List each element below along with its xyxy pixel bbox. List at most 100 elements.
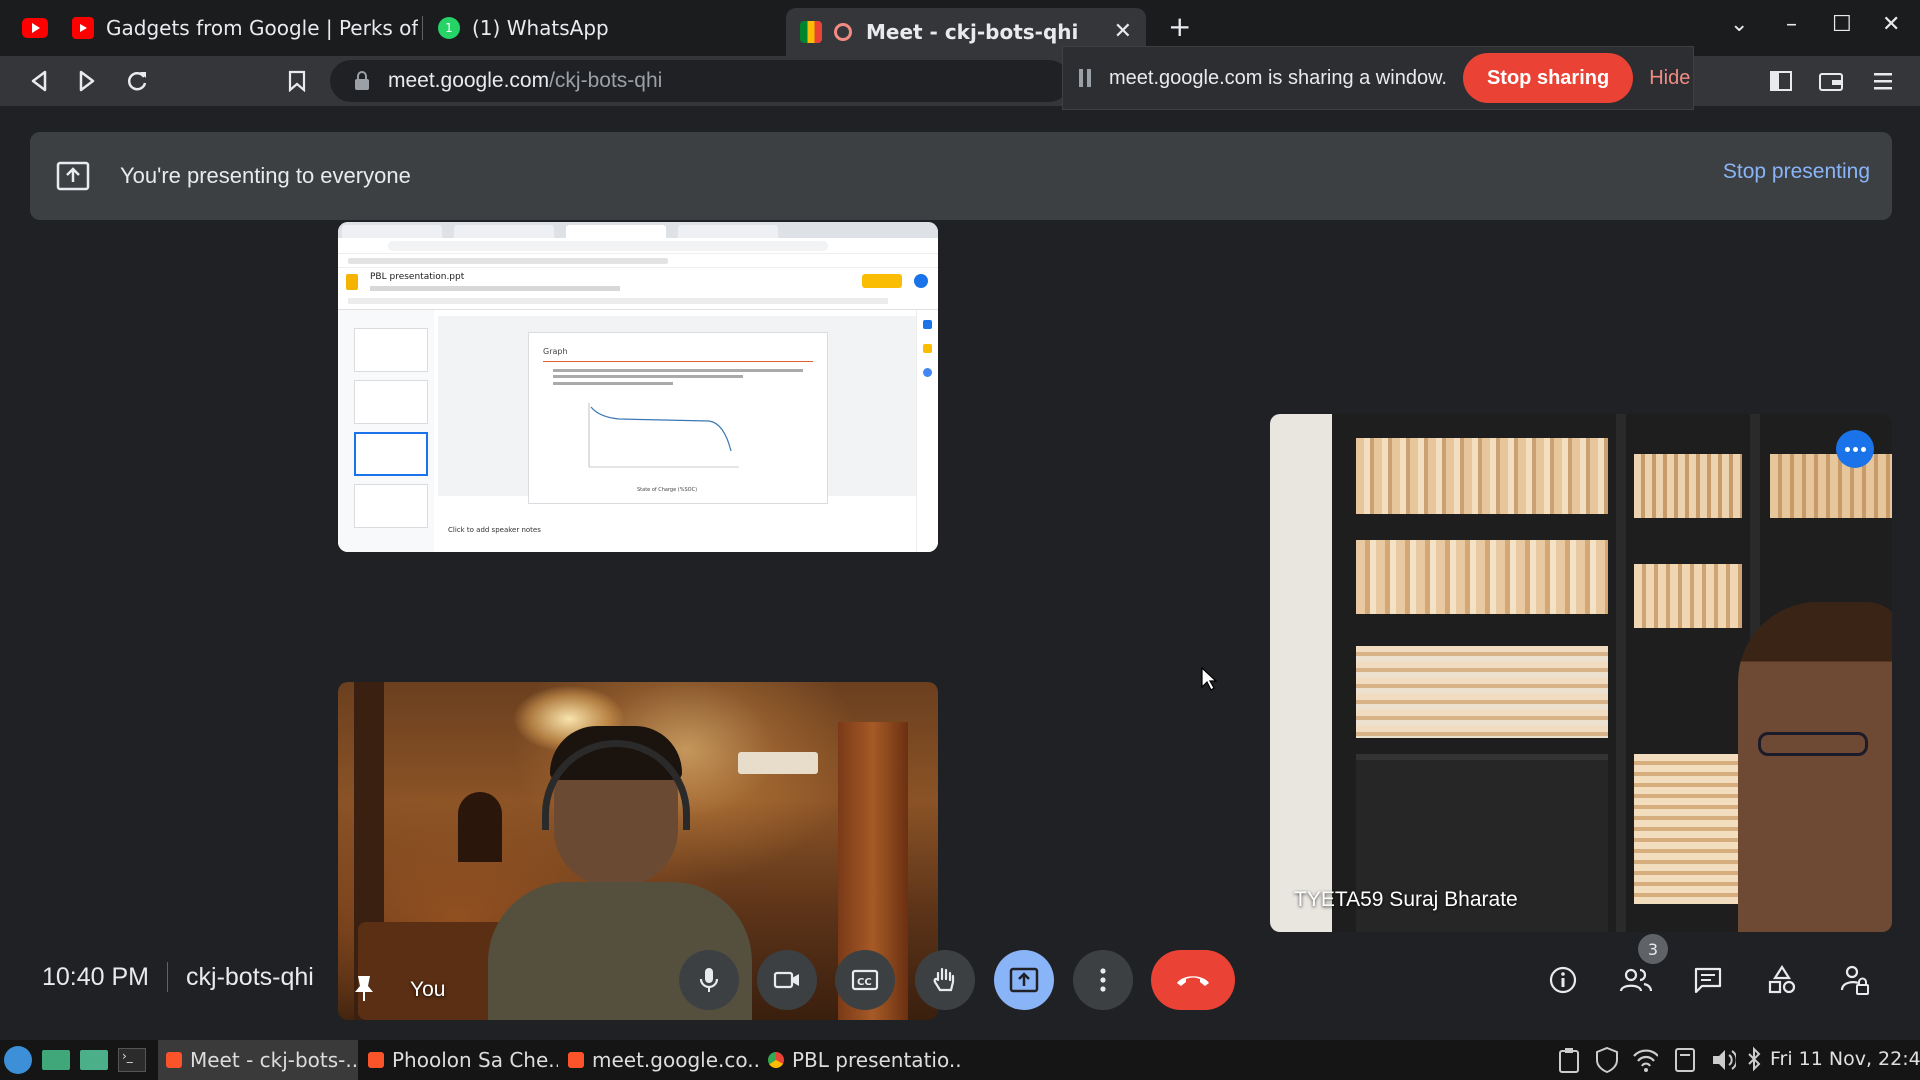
os-taskbar: ›_ Meet - ckj-bots-... Phoolon Sa Che...… (0, 1040, 1920, 1080)
more-vert-icon (1100, 968, 1106, 992)
brave-icon (368, 1052, 384, 1068)
taskbar-label: meet.google.co... (592, 1048, 758, 1072)
mini-doc-title: PBL presentation.ppt (370, 272, 465, 282)
bluetooth-icon[interactable] (1746, 1046, 1772, 1074)
new-tab-plus-icon[interactable]: + (1168, 10, 1191, 43)
meeting-code: ckj-bots-qhi (186, 962, 314, 991)
banner-text: You're presenting to everyone (120, 163, 411, 188)
bookmark-icon[interactable] (280, 64, 314, 98)
doorway (458, 792, 502, 862)
mini-discharge-graph (559, 395, 749, 485)
reload-icon[interactable] (120, 64, 154, 98)
meeting-details: 10:40 PM ckj-bots-qhi (42, 962, 314, 992)
volume-icon[interactable] (1710, 1046, 1736, 1074)
file-manager-icon[interactable] (80, 1050, 108, 1070)
stop-presenting-button[interactable]: Stop presenting (1723, 160, 1870, 184)
slides-logo-icon (346, 274, 358, 290)
youtube-icon (72, 17, 94, 39)
books-row (1356, 646, 1608, 738)
taskbar-item-meet-window[interactable]: meet.google.co... (560, 1040, 758, 1080)
window-ac (738, 752, 818, 774)
app-launcher-icon[interactable] (4, 1046, 32, 1074)
clipboard-icon[interactable] (1556, 1046, 1582, 1074)
raise-hand-button[interactable] (915, 950, 975, 1010)
remote-participant-tile[interactable]: TYETA59 Suraj Bharate (1270, 414, 1892, 932)
present-screen-icon (56, 161, 90, 191)
side-panel-icon[interactable] (1764, 64, 1798, 98)
screen-sharing-bar: meet.google.com is sharing a window. Sto… (1062, 46, 1694, 110)
participant-count-badge: 3 (1638, 934, 1668, 964)
close-icon[interactable]: ✕ (1114, 19, 1132, 44)
shield-icon[interactable] (1594, 1046, 1620, 1074)
terminal-icon[interactable]: ›_ (118, 1048, 146, 1072)
info-icon (1549, 966, 1577, 994)
hang-up-icon (1177, 976, 1209, 986)
storage-icon[interactable] (1672, 1046, 1698, 1074)
whatsapp-icon: 1 (438, 17, 460, 39)
microphone-button[interactable] (679, 950, 739, 1010)
minimize-icon[interactable]: – (1786, 12, 1797, 37)
people-button[interactable] (1614, 958, 1658, 1002)
camera-button[interactable] (757, 950, 817, 1010)
shelf-divider (1616, 414, 1626, 932)
more-options-icon[interactable] (1836, 430, 1874, 468)
mini-address-bar (338, 238, 938, 254)
meeting-time: 10:40 PM (42, 962, 150, 991)
meeting-info-button[interactable] (1541, 958, 1585, 1002)
more-options-button[interactable] (1073, 950, 1133, 1010)
video-camera-icon (773, 971, 799, 989)
mini-speaker-notes: Click to add speaker notes (438, 522, 918, 552)
mini-slide-sidebar (338, 310, 434, 552)
taskbar-item-music[interactable]: Phoolon Sa Che... (360, 1040, 558, 1080)
remote-name-label: TYETA59 Suraj Bharate (1294, 888, 1518, 911)
meet-call-surface: You're presenting to everyone Stop prese… (0, 106, 1920, 1040)
maximize-icon[interactable]: ☐ (1832, 12, 1852, 37)
tab-gadgets[interactable]: Gadgets from Google | Perks of wo (58, 6, 418, 50)
hand-icon (933, 967, 955, 992)
tab-title: Gadgets from Google | Perks of wo (106, 16, 418, 40)
youtube-tab-pinned-icon[interactable] (22, 18, 48, 38)
books-row (1634, 454, 1742, 518)
leave-call-button[interactable] (1151, 950, 1235, 1010)
tab-search-chevron-down-icon[interactable]: ⌄ (1730, 12, 1748, 37)
divider (167, 962, 169, 992)
taskbar-item-meet[interactable]: Meet - ckj-bots-... (158, 1040, 358, 1080)
wifi-icon[interactable] (1632, 1046, 1658, 1074)
tab-whatsapp[interactable]: 1 (1) WhatsApp (424, 6, 784, 50)
books-row (1634, 754, 1742, 904)
system-clock[interactable]: Fri 11 Nov, 22:40 (1770, 1048, 1920, 1070)
show-desktop-icon[interactable] (42, 1050, 70, 1070)
taskbar-item-pbl[interactable]: PBL presentatio... (760, 1040, 960, 1080)
menu-icon[interactable] (1866, 64, 1900, 98)
mini-browser-tabs (338, 222, 938, 238)
mini-slide-title: Graph (543, 347, 568, 356)
host-controls-button[interactable] (1833, 958, 1877, 1002)
present-button[interactable] (994, 950, 1054, 1010)
captions-button[interactable]: CC (835, 950, 895, 1010)
tab-title: Meet - ckj-bots-qhi (866, 20, 1079, 44)
chat-button[interactable] (1686, 958, 1730, 1002)
window-close-icon[interactable]: ✕ (1882, 12, 1900, 37)
closed-captions-icon: CC (851, 969, 879, 991)
books-row (1634, 564, 1742, 628)
mini-x-axis-label: State of Charge (%SOC) (637, 487, 698, 493)
taskbar-label: Meet - ckj-bots-... (190, 1048, 358, 1072)
presentation-tile[interactable]: PBL presentation.ppt Graph State of Char… (338, 222, 938, 552)
taskbar-label: PBL presentatio... (792, 1048, 960, 1072)
back-icon[interactable] (22, 64, 56, 98)
pin-icon[interactable] (352, 974, 376, 1002)
books-row (1356, 540, 1608, 614)
stop-sharing-button[interactable]: Stop sharing (1462, 53, 1634, 103)
mini-slide: Graph State of Charge (%SOC) (528, 332, 828, 504)
activities-button[interactable] (1760, 958, 1804, 1002)
address-bar[interactable]: meet.google.com/ckj-bots-qhi (330, 60, 1070, 102)
hide-button[interactable]: Hide (1649, 67, 1690, 90)
meet-icon (800, 21, 822, 43)
shapes-icon (1768, 965, 1796, 994)
mini-slides-header: PBL presentation.ppt (338, 268, 938, 310)
forward-icon[interactable] (70, 64, 104, 98)
person-face (1738, 602, 1892, 932)
url-host: meet.google.com (388, 69, 550, 92)
present-screen-icon (1009, 967, 1039, 993)
wallet-icon[interactable] (1814, 64, 1848, 98)
